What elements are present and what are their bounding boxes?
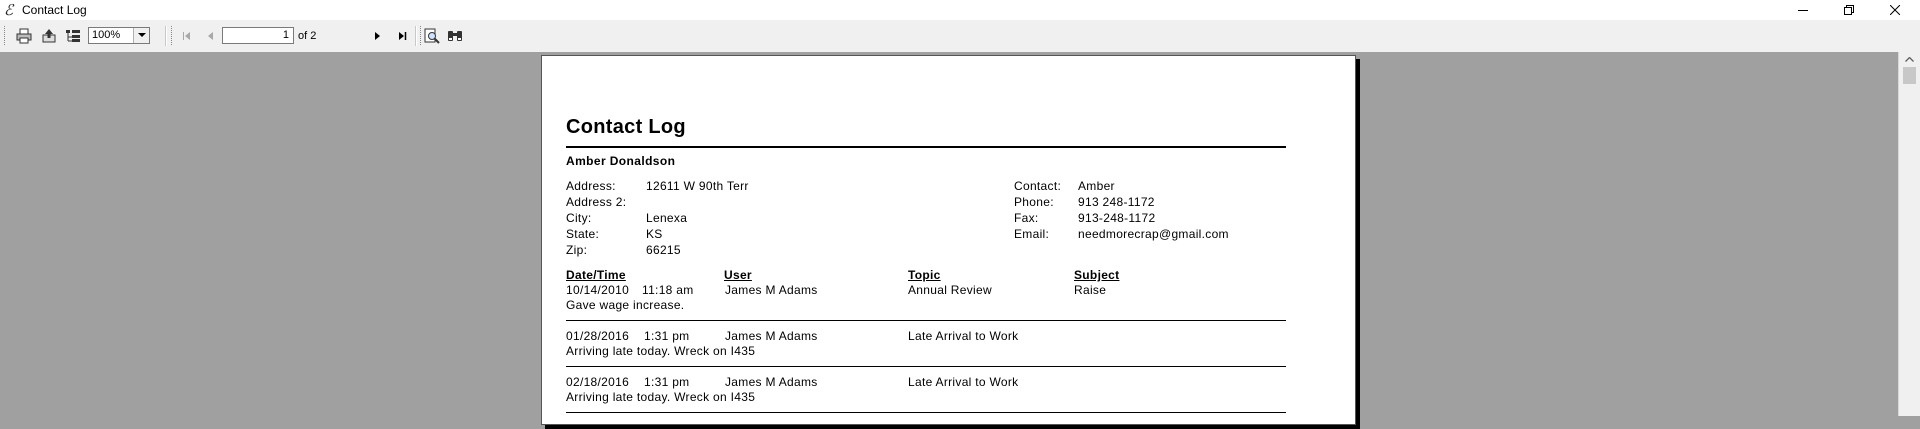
email-value: needmorecrap@gmail.com (1078, 227, 1229, 241)
chevron-down-icon (137, 33, 146, 37)
group-tree-button[interactable] (64, 27, 82, 45)
restore-button[interactable] (1826, 0, 1872, 20)
group-tree-icon (66, 30, 80, 42)
scroll-thumb[interactable] (1903, 67, 1916, 84)
last-page-button[interactable] (393, 27, 411, 45)
minimize-icon (1798, 10, 1808, 11)
entry-user: James M Adams (725, 283, 818, 297)
title-rule (566, 146, 1286, 148)
email-label: Email: (1014, 227, 1050, 241)
zoom-page-button[interactable] (423, 27, 441, 45)
restore-icon (1844, 5, 1854, 15)
entry-date: 10/14/2010 (566, 283, 630, 297)
state-label: State: (566, 227, 600, 241)
zoom-dropdown-button[interactable] (133, 28, 149, 43)
minimize-button[interactable] (1780, 0, 1826, 20)
printer-icon (16, 28, 32, 44)
column-header-topic: Topic (908, 268, 941, 282)
entry-topic: Late Arrival to Work (908, 375, 1019, 389)
close-icon (1890, 5, 1900, 15)
chevron-up-icon (1905, 57, 1914, 62)
app-icon: ℰ (4, 1, 14, 19)
first-page-icon (183, 32, 190, 40)
address-value: 12611 W 90th Terr (646, 179, 749, 193)
fax-value: 913-248-1172 (1078, 211, 1156, 225)
entry-date: 02/18/2016 (566, 375, 630, 389)
page-count-label: of 2 (298, 30, 317, 42)
entry-time: 1:31 pm (644, 375, 690, 389)
binoculars-icon (448, 31, 462, 41)
close-button[interactable] (1872, 0, 1918, 20)
toolbar-separator (415, 26, 417, 46)
address-label: Address: (566, 179, 616, 193)
print-button[interactable] (15, 27, 33, 45)
report-title: Contact Log (566, 116, 686, 138)
column-header-subject: Subject (1074, 268, 1120, 282)
entry-divider (566, 412, 1286, 413)
phone-value: 913 248-1172 (1078, 195, 1155, 209)
city-label: City: (566, 211, 592, 225)
entry-divider (566, 366, 1286, 367)
search-button[interactable] (446, 27, 464, 45)
vertical-scrollbar[interactable] (1898, 52, 1920, 416)
entry-subject: Raise (1074, 283, 1107, 297)
contact-label: Contact: (1014, 179, 1062, 193)
first-page-button[interactable] (178, 27, 196, 45)
entry-note: Arriving late today. Wreck on I435 (566, 390, 756, 404)
toolbar-grip (4, 26, 8, 45)
entry-time: 11:18 am (642, 283, 694, 297)
scroll-up-button[interactable] (1899, 52, 1920, 67)
magnifier-page-icon (424, 28, 440, 44)
previous-page-button[interactable] (202, 27, 220, 45)
entry-topic: Late Arrival to Work (908, 329, 1019, 343)
column-header-datetime: Date/Time (566, 268, 626, 282)
zoom-value: 100% (92, 29, 121, 41)
city-value: Lenexa (646, 211, 688, 225)
fax-label: Fax: (1014, 211, 1039, 225)
entry-note: Gave wage increase. (566, 298, 685, 312)
state-value: KS (646, 227, 663, 241)
export-icon (42, 29, 56, 43)
previous-page-icon (208, 32, 213, 40)
title-bar: ℰ Contact Log (0, 0, 1920, 20)
entry-time: 1:31 pm (644, 329, 690, 343)
entry-topic: Annual Review (908, 283, 992, 297)
window-title: Contact Log (22, 3, 87, 17)
entry-user: James M Adams (725, 329, 818, 343)
entry-divider (566, 320, 1286, 321)
contact-name: Amber Donaldson (566, 154, 676, 168)
phone-label: Phone: (1014, 195, 1054, 209)
zip-value: 66215 (646, 243, 681, 257)
entry-date: 01/28/2016 (566, 329, 630, 343)
toolbar-separator (165, 26, 167, 46)
last-page-icon (399, 32, 407, 40)
column-header-user: User (724, 268, 752, 282)
next-page-icon (375, 32, 380, 40)
entry-user: James M Adams (725, 375, 818, 389)
export-button[interactable] (40, 27, 58, 45)
entry-note: Arriving late today. Wreck on I435 (566, 344, 756, 358)
contact-value: Amber (1078, 179, 1115, 193)
next-page-button[interactable] (369, 27, 387, 45)
zip-label: Zip: (566, 243, 588, 257)
address2-label: Address 2: (566, 195, 627, 209)
toolbar-grip (171, 26, 175, 45)
report-page: Contact Log Amber Donaldson Address: 126… (541, 55, 1356, 425)
page-number-input[interactable]: 1 (222, 27, 294, 44)
zoom-select[interactable]: 100% (88, 27, 150, 44)
